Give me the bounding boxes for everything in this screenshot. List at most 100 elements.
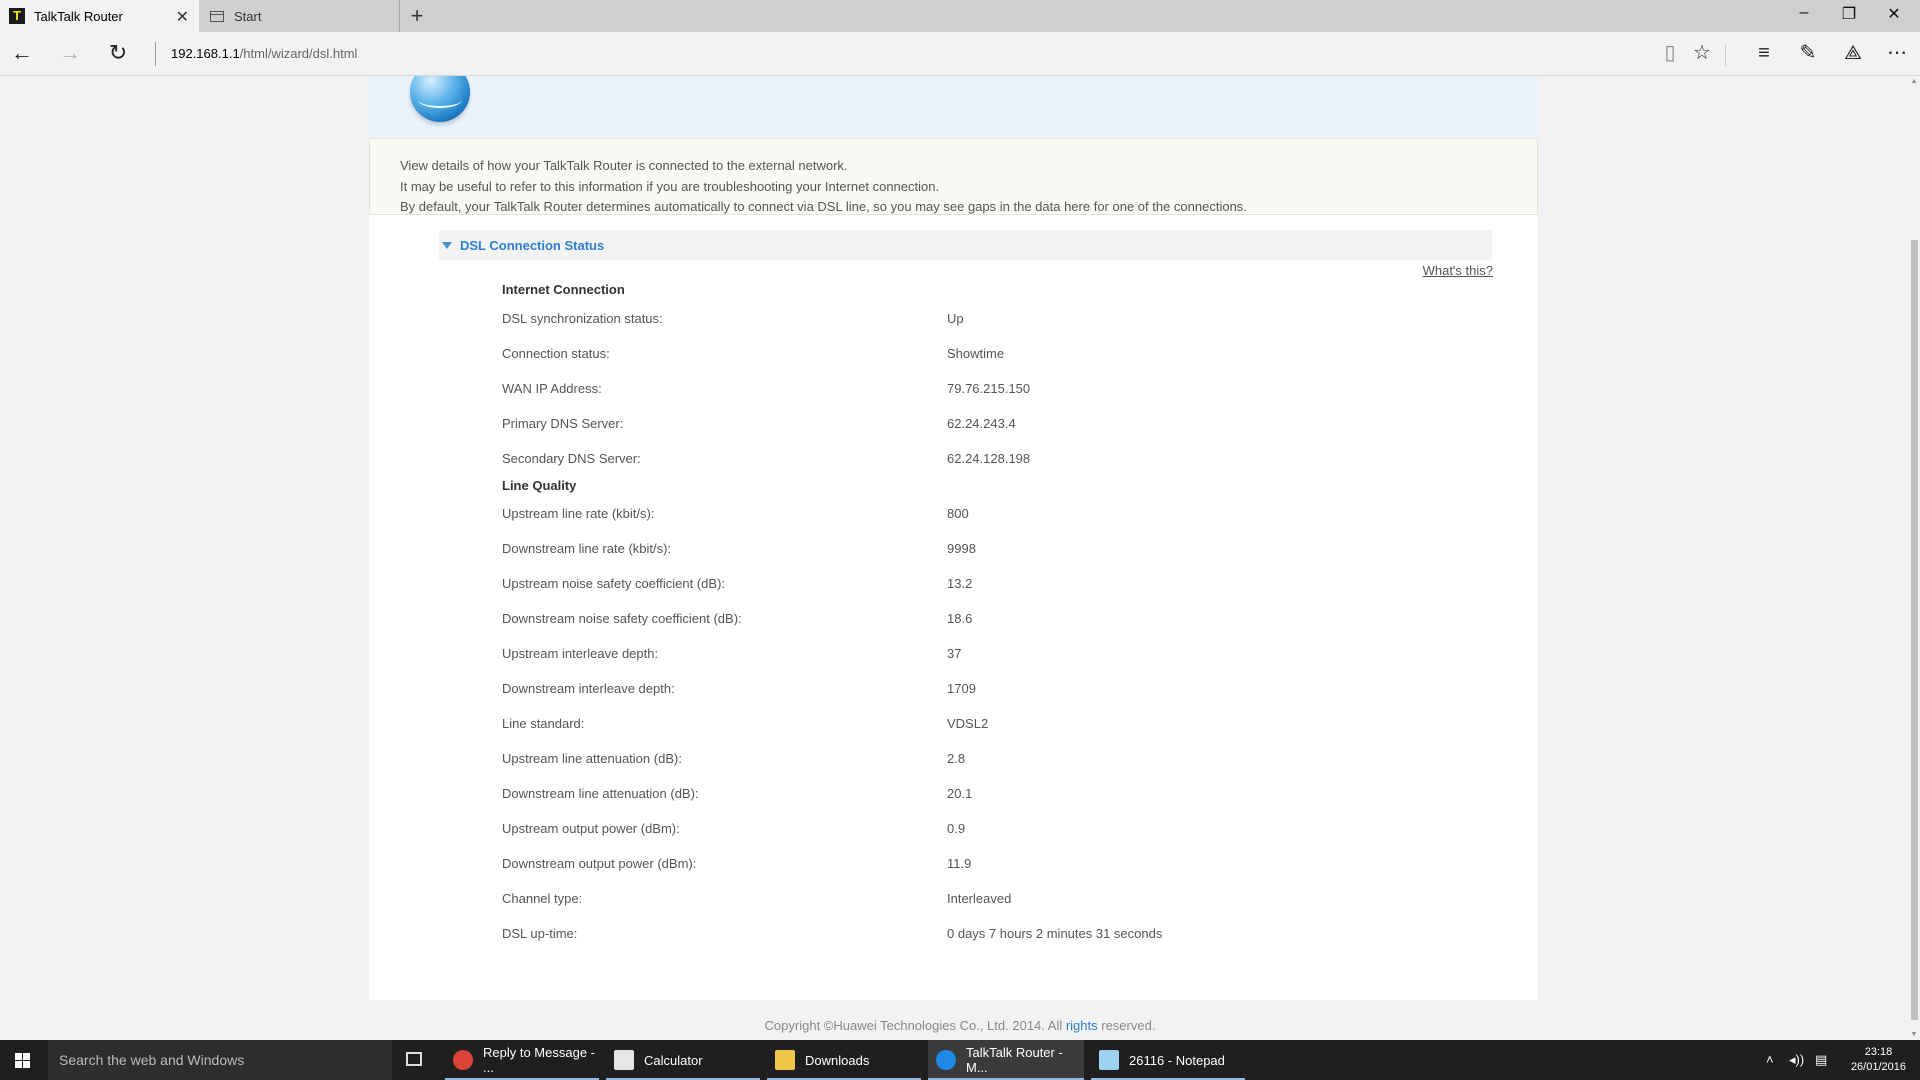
row-value: 9998 <box>947 541 976 556</box>
intro-line: It may be useful to refer to this inform… <box>400 178 940 194</box>
action-center-icon[interactable]: ▤ <box>1815 1052 1827 1068</box>
table-row: Connection status: Showtime <box>502 346 1402 366</box>
scrollbar-thumb[interactable] <box>1911 240 1918 1020</box>
talktalk-favicon-icon: T <box>9 8 25 24</box>
url-host: 192.168.1.1 <box>171 46 240 61</box>
row-label: DSL up-time: <box>502 926 578 941</box>
table-row: Upstream line rate (kbit/s): 800 <box>502 506 1402 526</box>
tab-bar: T TalkTalk Router ✕ Start + – ❐ ✕ <box>0 0 1920 32</box>
row-value: 0.9 <box>947 821 966 836</box>
table-row: Downstream noise safety coefficient (dB)… <box>502 611 1402 631</box>
refresh-icon[interactable]: ↻ <box>104 40 132 66</box>
close-tab-icon[interactable]: ✕ <box>176 7 189 27</box>
restore-icon[interactable]: ❐ <box>1839 4 1859 24</box>
intro-description: View details of how your TalkTalk Router… <box>369 138 1538 215</box>
share-icon[interactable]: ⟁ <box>1840 41 1866 65</box>
rights-link[interactable]: rights <box>1066 1018 1098 1033</box>
scroll-up-icon[interactable]: ▲ <box>1910 78 1918 85</box>
router-header <box>369 76 1538 137</box>
taskbar-item-label: Downloads <box>805 1052 870 1068</box>
row-value: 20.1 <box>947 786 973 801</box>
dsl-status-content: DSL Connection Status What's this? Inter… <box>369 215 1538 1000</box>
url-field[interactable]: 192.168.1.1/html/wizard/dsl.html <box>171 46 357 61</box>
page-viewport: View details of how your TalkTalk Router… <box>0 76 1920 1040</box>
vertical-scrollbar[interactable]: ▲ ▼ <box>1908 76 1920 1040</box>
taskbar-item-chrome[interactable]: Reply to Message - ... <box>445 1040 599 1080</box>
taskbar-item-label: Reply to Message - ... <box>483 1045 595 1075</box>
forward-arrow-icon[interactable]: → <box>56 40 84 66</box>
whats-this-link[interactable]: What's this? <box>1423 263 1493 278</box>
row-label: Downstream interleave depth: <box>502 681 675 696</box>
internet-connection-title: Internet Connection <box>502 282 625 297</box>
taskbar-item-label: Calculator <box>644 1052 703 1068</box>
clock-time: 23:18 <box>1864 1046 1893 1058</box>
taskbar-item-notepad[interactable]: 26116 - Notepad <box>1091 1040 1245 1080</box>
calculator-icon <box>614 1050 634 1070</box>
tab-talktalk-router[interactable]: T TalkTalk Router ✕ <box>0 0 199 32</box>
table-row: Downstream line rate (kbit/s): 9998 <box>502 541 1402 561</box>
web-note-icon[interactable]: ✎ <box>1795 41 1821 65</box>
section-title: DSL Connection Status <box>460 237 605 253</box>
chrome-icon <box>453 1050 473 1070</box>
clock-date: 26/01/2016 <box>1850 1061 1906 1073</box>
table-row: Upstream line attenuation (dB): 2.8 <box>502 751 1402 771</box>
row-value: 37 <box>947 646 962 661</box>
row-label: Upstream interleave depth: <box>502 646 659 661</box>
search-placeholder: Search the web and Windows <box>59 1052 245 1068</box>
tab-title: Start <box>234 8 262 24</box>
new-tab-button[interactable]: + <box>406 3 428 29</box>
taskbar-item-label: TalkTalk Router - M... <box>966 1045 1063 1075</box>
taskbar-search-box[interactable]: Search the web and Windows <box>48 1040 392 1080</box>
address-bar: ← → ↻ 192.168.1.1/html/wizard/dsl.html ▯… <box>0 32 1920 76</box>
row-label: Downstream line rate (kbit/s): <box>502 541 672 556</box>
close-window-icon[interactable]: ✕ <box>1884 4 1904 24</box>
line-quality-title: Line Quality <box>502 478 577 493</box>
row-label: Channel type: <box>502 891 583 906</box>
row-value: Showtime <box>947 346 1005 361</box>
row-label: Upstream line attenuation (dB): <box>502 751 682 766</box>
row-label: Primary DNS Server: <box>502 416 624 431</box>
table-row: Downstream output power (dBm): 11.9 <box>502 856 1402 876</box>
row-label: DSL synchronization status: <box>502 311 663 326</box>
row-label: Downstream noise safety coefficient (dB)… <box>502 611 742 626</box>
row-label: Downstream output power (dBm): <box>502 856 697 871</box>
windows-start-icon[interactable] <box>0 1040 48 1080</box>
system-clock[interactable]: 23:18 26/01/2016 <box>1851 1045 1906 1075</box>
edge-icon <box>936 1050 956 1070</box>
collapse-triangle-icon <box>442 241 452 249</box>
copyright-footer: Copyright ©Huawei Technologies Co., Ltd.… <box>0 1018 1920 1033</box>
minimize-icon[interactable]: – <box>1794 4 1814 22</box>
row-value: VDSL2 <box>947 716 989 731</box>
row-value: 0 days 7 hours 2 minutes 31 seconds <box>947 926 1163 941</box>
intro-line: View details of how your TalkTalk Router… <box>400 158 848 173</box>
copyright-text-end: reserved. <box>1097 1018 1156 1033</box>
tab-start[interactable]: Start <box>200 0 400 32</box>
favorite-star-icon[interactable]: ☆ <box>1689 41 1715 65</box>
table-row: DSL synchronization status: Up <box>502 311 1402 331</box>
more-actions-icon[interactable]: ⋯ <box>1884 41 1910 65</box>
url-separator <box>155 42 156 66</box>
back-arrow-icon[interactable]: ← <box>8 40 36 66</box>
task-view-icon[interactable] <box>406 1052 422 1066</box>
row-value: 18.6 <box>947 611 973 626</box>
scroll-down-icon[interactable]: ▼ <box>1910 1031 1918 1038</box>
taskbar-item-calculator[interactable]: Calculator <box>606 1040 760 1080</box>
row-label: Downstream line attenuation (dB): <box>502 786 699 801</box>
table-row: Upstream interleave depth: 37 <box>502 646 1402 666</box>
volume-icon[interactable]: ◂)) <box>1789 1052 1804 1068</box>
hub-icon[interactable]: ≡ <box>1751 41 1777 65</box>
dsl-connection-status-header[interactable]: DSL Connection Status <box>439 230 1492 260</box>
table-row: DSL up-time: 0 days 7 hours 2 minutes 31 … <box>502 926 1402 946</box>
show-hidden-icons-icon[interactable]: ˄ <box>1766 1052 1774 1067</box>
copyright-text: Copyright ©Huawei Technologies Co., Ltd.… <box>764 1018 1066 1033</box>
taskbar-item-label: 26116 - Notepad <box>1129 1052 1225 1068</box>
row-value: 62.24.243.4 <box>947 416 1016 431</box>
table-row: Primary DNS Server: 62.24.243.4 <box>502 416 1402 436</box>
toolbar-separator <box>1725 44 1726 66</box>
taskbar-item-downloads[interactable]: Downloads <box>767 1040 921 1080</box>
row-value: Interleaved <box>947 891 1012 906</box>
taskbar-item-edge[interactable]: TalkTalk Router - M... <box>928 1040 1084 1080</box>
row-value: 2.8 <box>947 751 966 766</box>
reading-view-icon[interactable]: ▯ <box>1657 41 1683 65</box>
table-row: Channel type: Interleaved <box>502 891 1402 911</box>
